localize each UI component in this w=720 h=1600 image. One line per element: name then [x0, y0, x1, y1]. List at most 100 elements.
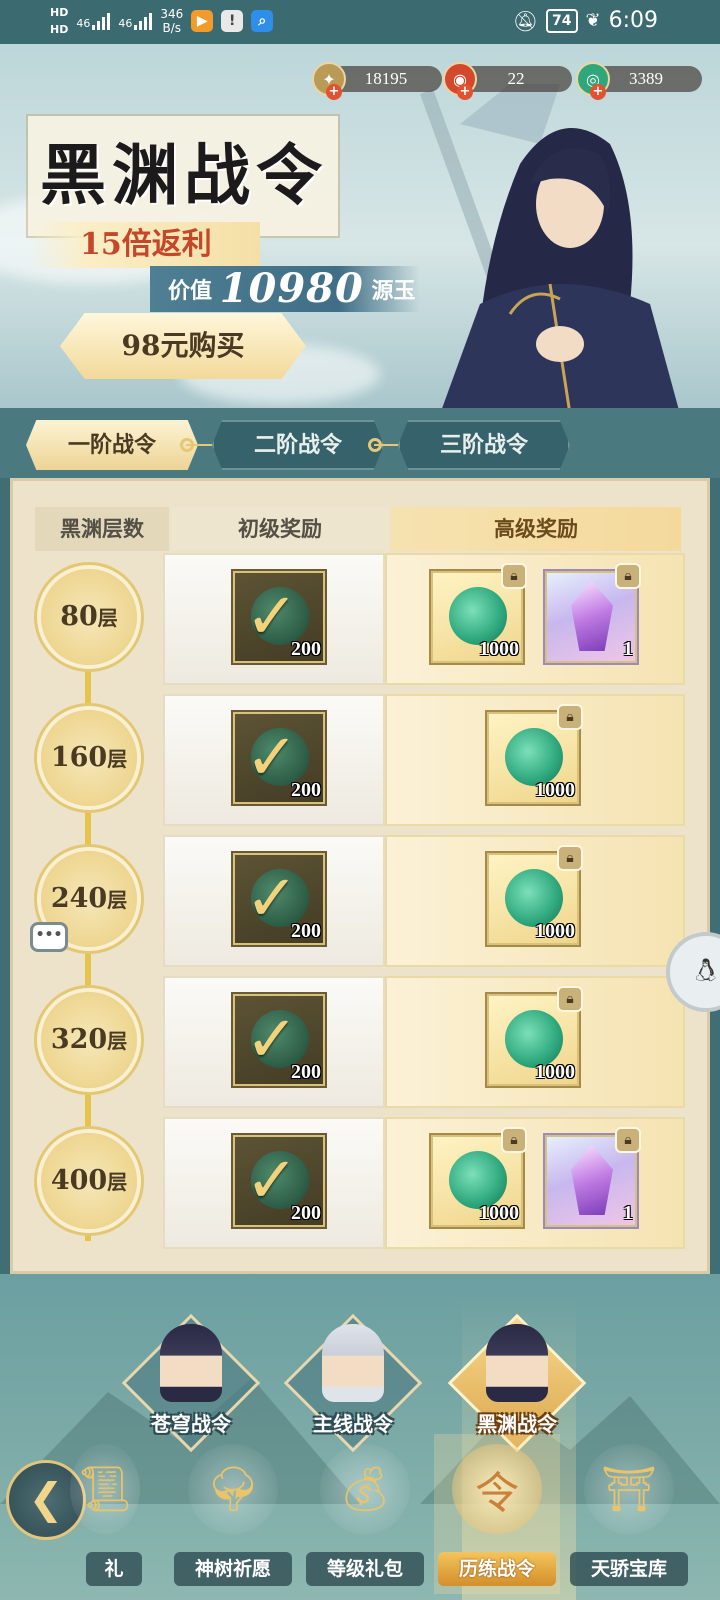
item-qty: 200 [291, 920, 321, 942]
floor-number: 80 [60, 601, 98, 632]
lock-icon: 🔒︎ [501, 1127, 527, 1153]
reward-item-crystal-locked[interactable]: 🔒︎ 1 [543, 1127, 641, 1229]
gate-icon: ⛩︎ [584, 1444, 674, 1534]
advanced-reward-cell: 🔒︎ 1000 🔒︎ 1 [385, 553, 685, 685]
reward-item-jade-locked[interactable]: 🔒︎ 1000 [429, 563, 527, 665]
character-portrait-icon [160, 1324, 222, 1402]
advanced-reward-cell: 🔒︎ 1000 [385, 694, 685, 826]
floor-unit: 层 [107, 747, 128, 771]
pass-card-cangqiong[interactable]: 苍穹战令 [121, 1313, 261, 1453]
nav-label: 等级礼包 [306, 1552, 424, 1586]
character-portrait-icon [486, 1324, 548, 1402]
crystal-icon [571, 1145, 613, 1215]
floor-number: 240 [50, 883, 108, 914]
alert-app-icon: ! [221, 10, 244, 32]
reward-item-jade-claimed[interactable]: ✓ 200 [231, 710, 327, 806]
item-qty: 1000 [535, 1061, 575, 1083]
coin-value: 18195 [364, 69, 408, 88]
net-speed: 346 B/s [160, 7, 183, 35]
advanced-reward-cell: 🔒︎ 1000 [385, 976, 685, 1108]
add-jade-plus-icon[interactable]: + [590, 84, 606, 100]
signal-bars-icon [134, 12, 153, 30]
signal-2: 46 [118, 12, 153, 30]
reward-item-jade-claimed[interactable]: ✓ 200 [231, 992, 327, 1088]
item-qty: 1 [623, 638, 633, 660]
jade-icon [505, 869, 563, 927]
item-qty: 1000 [535, 779, 575, 801]
floor-number: 160 [50, 742, 108, 773]
back-arrow-icon: ❮ [28, 1474, 64, 1523]
floor-number: 320 [50, 1024, 108, 1055]
item-qty: 200 [291, 1061, 321, 1083]
nav-item-tree-wish[interactable]: 🌳︎ 神树祈愿 [170, 1444, 296, 1586]
nav-item-gift[interactable]: 📜︎ 礼 [66, 1444, 146, 1586]
floor-badge-160: 160层 [41, 710, 137, 806]
tab-tier-1[interactable]: 一阶战令 [26, 420, 198, 470]
event-title: 黑渊战令 [40, 136, 328, 214]
nav-label: 神树祈愿 [174, 1552, 292, 1586]
lock-icon: 🔒︎ [557, 845, 583, 871]
reward-item-crystal-locked[interactable]: 🔒︎ 1 [543, 563, 641, 665]
item-qty: 1 [623, 1202, 633, 1224]
tab-tier-3[interactable]: 三阶战令 [398, 420, 570, 470]
scroll-icon: 📜︎ [70, 1444, 140, 1534]
nav-item-treasury[interactable]: ⛩︎ 天骄宝库 [566, 1444, 692, 1586]
value-amount: 10980 [219, 265, 364, 312]
nav-item-level-gift[interactable]: 💰︎ 等级礼包 [302, 1444, 428, 1586]
banner: 18195 ✦ + 22 ◉ + 3389 ◎ + 黑渊战令 15倍返利 价值 … [0, 44, 720, 408]
reward-panel: 黑渊层数 初级奖励 高级奖励 80层 ✓ 200 🔒︎ 1000 🔒︎ 1 16… [10, 478, 710, 1274]
reward-item-jade-claimed[interactable]: ✓ 200 [231, 851, 327, 947]
chat-bubble-icon[interactable]: ••• [30, 922, 68, 952]
signal-2-label: 46 [118, 17, 133, 30]
item-qty: 200 [291, 638, 321, 660]
lock-icon: 🔒︎ [557, 704, 583, 730]
floor-unit: 层 [97, 606, 118, 630]
basic-reward-cell: ✓ 200 [163, 1117, 385, 1249]
lock-icon: 🔒︎ [615, 563, 641, 589]
net-speed-unit: B/s [162, 21, 182, 35]
jade-icon [505, 728, 563, 786]
add-red-gem-plus-icon[interactable]: + [457, 84, 473, 100]
gift-bag-icon: 💰︎ [320, 1444, 410, 1534]
reward-item-jade-locked[interactable]: 🔒︎ 1000 [485, 845, 583, 947]
tier-row: ✓ 200 🔒︎ 1000 [163, 976, 685, 1108]
add-coin-plus-icon[interactable]: + [326, 84, 342, 100]
floor-badge-80: 80层 [41, 569, 137, 665]
signal-1: 46 [76, 12, 111, 30]
floor-badge-400: 400层 [41, 1133, 137, 1229]
item-qty: 200 [291, 779, 321, 801]
tier-row: ✓ 200 🔒︎ 1000 [163, 694, 685, 826]
reward-item-jade-locked[interactable]: 🔒︎ 1000 [485, 986, 583, 1088]
basic-reward-cell: ✓ 200 [163, 835, 385, 967]
nav-item-training-pass[interactable]: 令 历练战令 [434, 1434, 560, 1594]
lock-icon: 🔒︎ [501, 563, 527, 589]
item-qty: 1000 [479, 1202, 519, 1224]
jade-icon [449, 1151, 507, 1209]
clock: 6:09 [608, 8, 658, 33]
red-gem-value: 22 [507, 69, 525, 88]
tree-icon: 🌳︎ [188, 1444, 278, 1534]
advanced-reward-cell: 🔒︎ 1000 🔒︎ 1 [385, 1117, 685, 1249]
pass-card-heiyuan[interactable]: 黑渊战令 [447, 1313, 587, 1453]
tab-tier-2[interactable]: 二阶战令 [212, 420, 384, 470]
value-unit: 源玉 [371, 278, 416, 304]
value-prefix: 价值 [168, 278, 213, 304]
tier-tabs: 一阶战令 二阶战令 三阶战令 [0, 408, 720, 478]
basic-reward-cell: ✓ 200 [163, 976, 385, 1108]
tier-row: ✓ 200 🔒︎ 1000 🔒︎ 1 [163, 1117, 685, 1249]
status-bar: HD HD 46 46 346 B/s ▶ ! ⌕ 🔕︎ 74 ❦ 6:09 [0, 0, 720, 44]
reward-item-jade-claimed[interactable]: ✓ 200 [231, 569, 327, 665]
coin-counter[interactable]: 18195 [330, 66, 442, 92]
header-advanced-reward: 高级奖励 [391, 507, 681, 551]
reward-item-jade-locked[interactable]: 🔒︎ 1000 [429, 1127, 527, 1229]
rebate-label: 15倍返利 [30, 222, 260, 268]
reward-item-jade-locked[interactable]: 🔒︎ 1000 [485, 704, 583, 806]
nav-label: 礼 [86, 1552, 142, 1586]
value-bar: 价值 10980 源玉 [150, 266, 420, 312]
buy-button[interactable]: 98元购买 [60, 313, 306, 379]
floor-unit: 层 [107, 888, 128, 912]
advanced-reward-cell: 🔒︎ 1000 [385, 835, 685, 967]
pass-card-mainline[interactable]: 主线战令 [283, 1313, 423, 1453]
reward-item-jade-claimed[interactable]: ✓ 200 [231, 1133, 327, 1229]
tier-row: ✓ 200 🔒︎ 1000 🔒︎ 1 [163, 553, 685, 685]
